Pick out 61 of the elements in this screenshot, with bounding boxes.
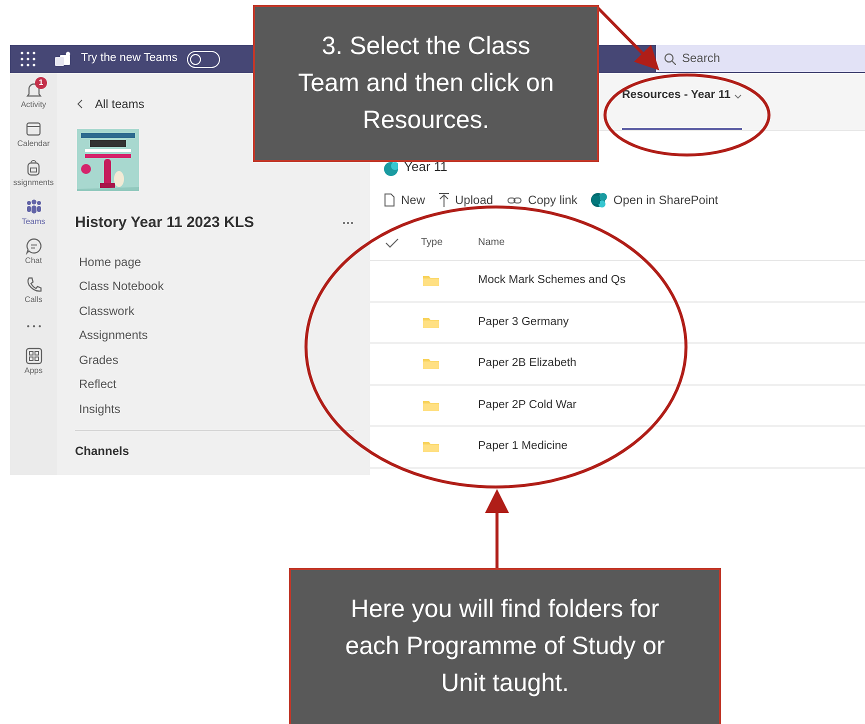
try-new-teams-label: Try the new Teams	[81, 51, 178, 66]
library-title: Year 11	[404, 158, 448, 176]
sharepoint-icon	[384, 162, 398, 176]
folder-icon	[423, 358, 439, 370]
more-icon	[26, 325, 40, 328]
arrow	[596, 6, 660, 70]
apps-icon	[24, 347, 42, 365]
teams-logo-icon	[54, 51, 71, 67]
nav-item[interactable]: Assignments	[79, 323, 354, 348]
folder-icon	[423, 441, 439, 452]
rail-item[interactable]: Calendar	[10, 120, 57, 150]
rail-item[interactable]: Chat	[10, 237, 57, 267]
nav-item[interactable]: Classwork	[79, 298, 354, 323]
upload-icon	[439, 193, 450, 207]
callout-text: Here you will find folders for each Programme of Study or Unit taught.	[344, 594, 666, 698]
toolbar-button[interactable]: Open in SharePoint	[591, 191, 718, 209]
search-field[interactable]: Search	[656, 45, 865, 72]
checkmark-icon	[385, 238, 399, 248]
toolbar-button[interactable]: New	[384, 191, 426, 209]
link-icon	[507, 196, 522, 204]
file-row[interactable]: Paper 2P Cold War	[370, 386, 865, 427]
nav-item[interactable]: Reflect	[79, 372, 354, 396]
column-header[interactable]: Name	[478, 235, 505, 250]
rail-item[interactable]: Apps	[10, 347, 57, 377]
app-launcher-icon	[20, 51, 36, 67]
document-icon	[384, 193, 395, 207]
folder-icon	[423, 275, 439, 286]
column-header[interactable]: Type	[421, 235, 478, 250]
calendar-icon	[24, 120, 42, 138]
file-row[interactable]: Paper 3 Germany	[370, 302, 865, 344]
toggle-switch[interactable]	[186, 50, 220, 68]
backpack-icon	[24, 159, 42, 177]
toolbar-button[interactable]: Upload	[439, 191, 494, 209]
sharepoint-icon	[591, 192, 608, 208]
people-icon	[24, 198, 42, 216]
chevron-left-icon	[77, 99, 83, 109]
nav-item[interactable]: Insights	[79, 396, 354, 421]
notification-badge: 1	[35, 77, 47, 89]
search-icon	[664, 52, 676, 64]
tab[interactable]: Resources - Year 11	[622, 76, 742, 130]
file-row[interactable]: Paper 2B Elizabeth	[370, 344, 865, 386]
rail-item[interactable]: ssignments	[10, 159, 57, 189]
callout-text: 3. Select the Class Team and then click on Resources.	[297, 31, 555, 136]
folder-icon	[423, 316, 439, 328]
nav-item[interactable]: Home page	[79, 250, 354, 274]
section-heading: Channels	[75, 443, 130, 460]
phone-icon	[24, 276, 42, 294]
nav-item[interactable]: Grades	[79, 348, 354, 372]
rail-item[interactable]: Calls	[10, 276, 57, 306]
chat-icon	[24, 237, 42, 255]
file-row[interactable]: Mock Mark Schemes and Qs	[370, 261, 865, 302]
nav-item[interactable]: Class Notebook	[79, 274, 354, 298]
more-options-icon	[342, 220, 354, 226]
toolbar-button[interactable]: Copy link	[507, 191, 578, 209]
rail-item[interactable]: Teams	[10, 198, 57, 228]
team-name: History Year 11 2023 KLS	[75, 213, 254, 233]
file-row[interactable]: Paper 1 Medicine	[370, 427, 865, 468]
bell-icon	[24, 81, 42, 99]
chevron-down-icon	[734, 94, 742, 98]
folder-icon	[423, 400, 439, 411]
back-link[interactable]: All teams	[77, 95, 144, 113]
